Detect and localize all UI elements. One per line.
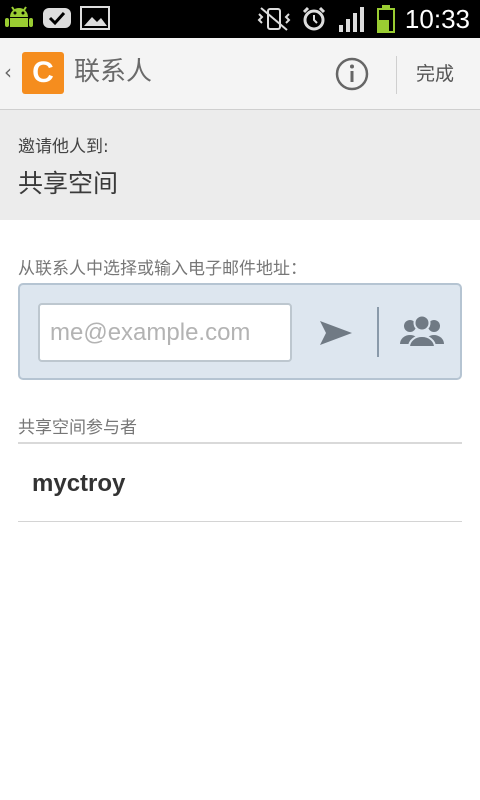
image-icon [80,6,110,30]
contacts-icon[interactable] [398,311,446,353]
status-time: 10:33 [404,4,470,34]
invite-target: 共享空间 [18,169,119,198]
checkmark-icon [43,8,71,28]
android-icon [5,6,33,27]
signal-icon [338,7,364,32]
send-icon[interactable] [316,313,356,353]
action-bar: ‹ C 联系人 完成 [0,38,480,110]
done-button[interactable]: 完成 [416,60,454,88]
invite-label: 邀请他人到: [18,137,109,157]
panel-divider [377,307,379,357]
status-bar-notifications [4,5,110,31]
participant-name: myctroy [32,470,126,497]
back-chevron-icon[interactable]: ‹ [4,60,12,84]
app-logo[interactable]: C [22,52,64,94]
invite-header: 邀请他人到: 共享空间 [0,110,480,220]
action-bar-divider [396,56,397,94]
email-input[interactable] [38,303,292,362]
status-bar-system: 10:33 [257,3,470,35]
battery-icon [376,5,395,33]
email-hint: 从联系人中选择或输入电子邮件地址： [18,259,307,279]
page-title: 联系人 [74,57,153,87]
participants-header: 共享空间参与者 [18,418,137,438]
list-item[interactable]: myctroy [18,444,462,522]
alarm-icon [302,6,325,31]
info-icon[interactable] [334,56,370,92]
email-input-panel [18,283,462,380]
status-bar: 10:33 [0,0,480,38]
vibrate-icon [257,7,291,31]
